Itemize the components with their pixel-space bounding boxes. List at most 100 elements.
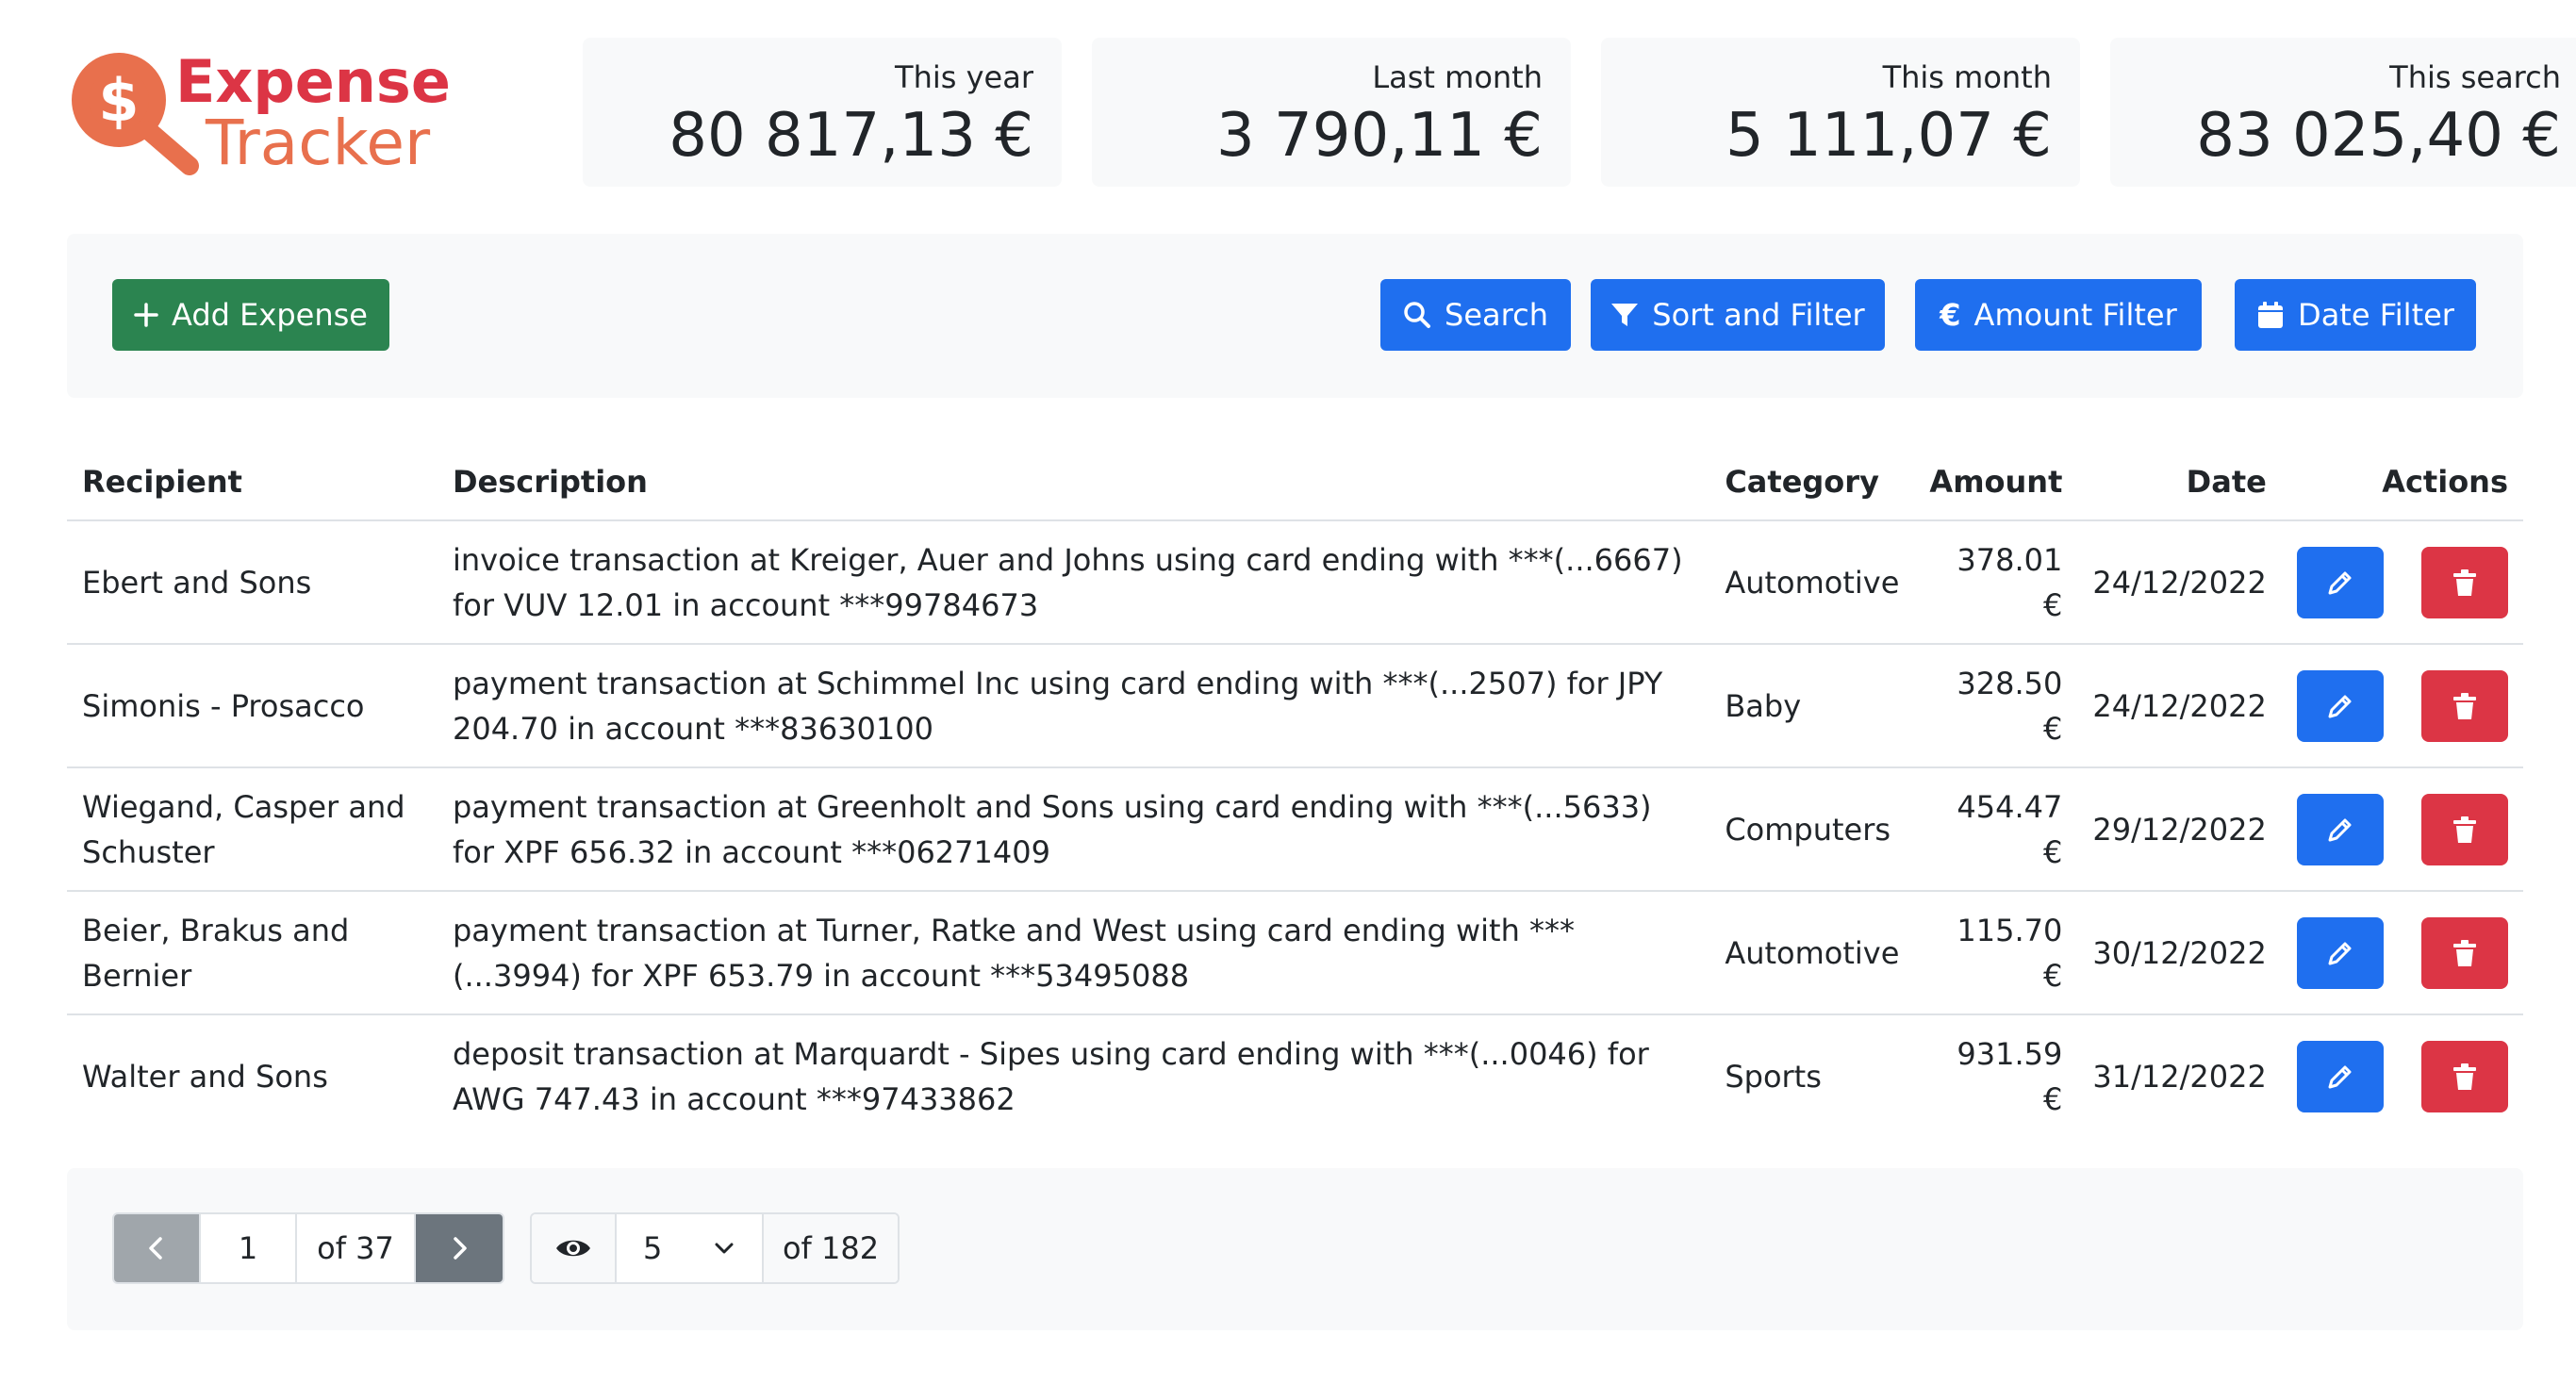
cell-description: deposit transaction at Marquardt - Sipes… <box>452 1036 1649 1117</box>
pencil-icon <box>2328 571 2352 594</box>
stat-label: This month <box>1882 59 2052 95</box>
cell-actions <box>2281 767 2523 892</box>
cell-amount: 454.47 € <box>1914 767 2078 892</box>
cell-date: 31/12/2022 <box>2092 1059 2267 1095</box>
cell-category: Automotive <box>1709 520 1915 645</box>
header: $ Expense Tracker This year 80 817,13 € … <box>67 0 2576 189</box>
date-filter-button[interactable]: Date Filter <box>2235 279 2476 351</box>
page-size-control: 5 of 182 <box>530 1212 900 1284</box>
cell-category: Automotive <box>1709 891 1915 1015</box>
header-amount[interactable]: Amount <box>1914 443 2078 521</box>
page-size-value: 5 <box>643 1230 663 1266</box>
cell-actions <box>2282 1014 2523 1138</box>
sort-filter-button[interactable]: Sort and Filter <box>1591 279 1885 351</box>
cell-date: 24/12/2022 <box>2077 644 2282 768</box>
stat-label: This search <box>2389 59 2561 95</box>
svg-text:$: $ <box>98 66 139 135</box>
next-page-button[interactable] <box>416 1214 503 1282</box>
trash-icon <box>2453 568 2476 596</box>
toolbar: Add Expense Search Sort and Filter € Amo… <box>67 234 2523 398</box>
cell-description: invoice transaction at Kreiger, Auer and… <box>437 520 1710 645</box>
delete-button[interactable] <box>2421 916 2508 989</box>
stat-card-this-search: This search 83 025,40 € <box>2110 38 2576 187</box>
header-category[interactable]: Category <box>1709 443 1915 521</box>
edit-button[interactable] <box>2296 546 2384 618</box>
stat-label: Last month <box>1372 59 1543 95</box>
header-recipient[interactable]: Recipient <box>67 443 438 521</box>
table-row: Beier, Brakus and Bernier payment transa… <box>67 891 2523 1015</box>
total-pages: of 37 <box>297 1214 416 1282</box>
pencil-icon <box>2328 818 2352 841</box>
search-button[interactable]: Search <box>1380 279 1571 351</box>
amount-filter-button[interactable]: € Amount Filter <box>1915 279 2202 351</box>
cell-recipient: Walter and Sons <box>82 1059 328 1095</box>
current-page-input[interactable]: 1 <box>201 1214 297 1282</box>
trash-icon <box>2453 939 2476 966</box>
delete-button[interactable] <box>2421 669 2508 742</box>
pencil-icon <box>2328 695 2352 717</box>
prev-page-button[interactable] <box>114 1214 201 1282</box>
cell-description: payment transaction at Schimmel Inc usin… <box>437 644 1710 768</box>
chevron-right-icon <box>454 1237 467 1260</box>
header-description[interactable]: Description <box>437 443 1710 521</box>
chevron-down-icon <box>715 1243 734 1254</box>
page-size-select[interactable]: 5 <box>617 1214 764 1282</box>
eye-icon <box>532 1214 617 1282</box>
search-icon <box>1404 302 1431 328</box>
edit-button[interactable] <box>2296 1041 2384 1112</box>
euro-icon: € <box>1940 297 1961 333</box>
cell-actions <box>2281 891 2523 1015</box>
logo-text-tracker: Tracker <box>205 107 431 179</box>
page-navigation: 1 of 37 <box>112 1212 504 1284</box>
date-filter-label: Date Filter <box>2298 297 2454 333</box>
cell-amount: 931.59 € <box>1957 1036 2063 1117</box>
stat-card-this-month: This month 5 111,07 € <box>1601 38 2080 187</box>
pagination-bar: 1 of 37 5 of 182 <box>67 1168 2523 1330</box>
expenses-table: Recipient Description Category Amount Da… <box>67 443 2523 1138</box>
calendar-icon <box>2258 302 2284 328</box>
edit-button[interactable] <box>2296 916 2384 989</box>
trash-icon <box>2453 816 2476 843</box>
stat-value: 3 790,11 € <box>1215 101 1543 171</box>
table-row: Ebert and Sons invoice transaction at Kr… <box>67 520 2523 645</box>
cell-recipient: Simonis - Prosacco <box>67 644 438 768</box>
chevron-left-icon <box>149 1237 162 1260</box>
stat-value: 80 817,13 € <box>669 101 1033 171</box>
cell-description: payment transaction at Turner, Ratke and… <box>437 891 1710 1015</box>
edit-button[interactable] <box>2296 793 2384 865</box>
edit-button[interactable] <box>2296 669 2384 742</box>
cell-actions <box>2281 644 2523 768</box>
cell-category: Baby <box>1709 644 1915 768</box>
cell-actions <box>2281 520 2523 645</box>
add-expense-button[interactable]: Add Expense <box>112 279 389 351</box>
cell-category: Sports <box>1725 1059 1822 1095</box>
cell-date: 30/12/2022 <box>2077 891 2282 1015</box>
amount-filter-label: Amount Filter <box>1973 297 2177 333</box>
delete-button[interactable] <box>2421 1041 2508 1112</box>
table-row: Simonis - Prosacco payment transaction a… <box>67 644 2523 768</box>
sort-filter-label: Sort and Filter <box>1652 297 1865 333</box>
delete-button[interactable] <box>2421 793 2508 865</box>
trash-icon <box>2453 692 2476 719</box>
cell-recipient: Beier, Brakus and Bernier <box>67 891 438 1015</box>
stat-label: This year <box>895 59 1033 95</box>
delete-button[interactable] <box>2421 546 2508 618</box>
stat-card-last-month: Last month 3 790,11 € <box>1092 38 1571 187</box>
cell-category: Computers <box>1709 767 1915 892</box>
app-logo: $ Expense Tracker <box>67 47 463 183</box>
stat-value: 5 111,07 € <box>1725 101 2052 171</box>
cell-recipient: Wiegand, Casper and Schuster <box>67 767 438 892</box>
header-actions: Actions <box>2281 443 2523 521</box>
table-row: Walter and Sons deposit transaction at M… <box>67 1014 2523 1138</box>
cell-amount: 115.70 € <box>1914 891 2078 1015</box>
filter-icon <box>1611 304 1639 326</box>
search-label: Search <box>1445 297 1548 333</box>
pencil-icon <box>2328 942 2352 964</box>
stats-row: This year 80 817,13 € Last month 3 790,1… <box>583 38 2576 187</box>
header-date[interactable]: Date <box>2077 443 2282 521</box>
stat-card-this-year: This year 80 817,13 € <box>583 38 1062 187</box>
app-container: $ Expense Tracker This year 80 817,13 € … <box>67 0 2576 1330</box>
table-header-row: Recipient Description Category Amount Da… <box>67 443 2523 521</box>
logo-magnifier-icon: $ Expense Tracker <box>72 47 451 179</box>
table-row: Wiegand, Casper and Schuster payment tra… <box>67 767 2523 892</box>
